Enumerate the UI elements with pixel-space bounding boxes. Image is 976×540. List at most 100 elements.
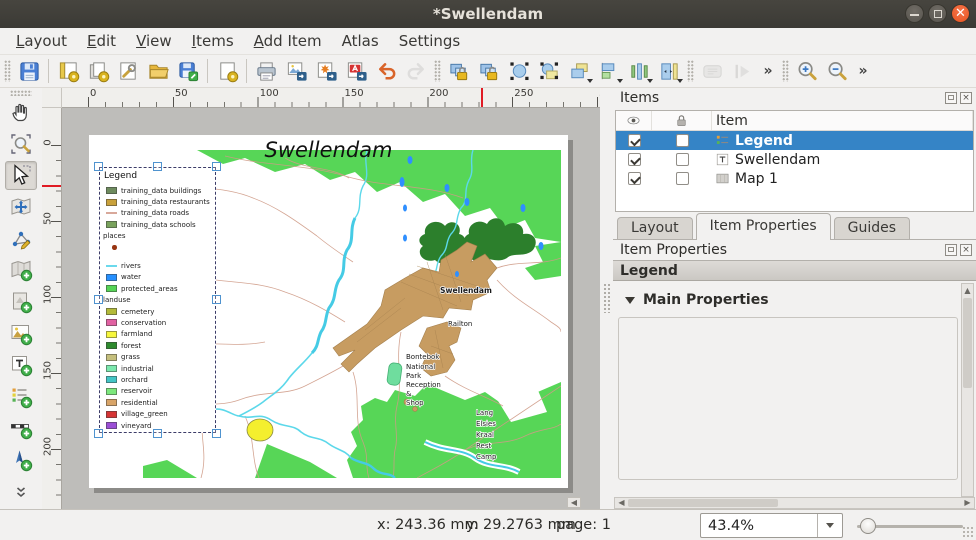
items-table-row[interactable]: Map 1 <box>616 169 973 188</box>
items-table-row[interactable]: Legend <box>616 131 973 150</box>
close-button[interactable]: ✕ <box>951 4 970 23</box>
zoom-level-combobox[interactable]: 43.4% <box>700 513 843 538</box>
zoom-in-button[interactable] <box>793 57 821 86</box>
left-toolbar <box>0 88 42 509</box>
menu-view[interactable]: View <box>126 29 182 53</box>
scroll-right-icon[interactable]: ▶ <box>962 498 973 508</box>
dock-tab[interactable]: Layout <box>617 217 693 239</box>
unlock-items-button[interactable] <box>475 57 503 86</box>
resize-handle[interactable] <box>153 162 162 171</box>
resize-handle[interactable] <box>94 162 103 171</box>
zoom-tool-button[interactable] <box>5 129 37 158</box>
menu-edit[interactable]: Edit <box>77 29 126 53</box>
select-move-tool-button[interactable] <box>5 161 37 190</box>
edit-nodes-tool-button[interactable] <box>5 224 37 253</box>
float-panel-icon[interactable] <box>945 92 957 104</box>
move-content-tool-button[interactable] <box>5 193 37 222</box>
lock-checkbox[interactable] <box>676 153 689 166</box>
open-folder-button[interactable] <box>144 57 172 86</box>
raise-items-button[interactable] <box>565 57 593 86</box>
zoom-out-button[interactable] <box>823 57 851 86</box>
resize-handle[interactable] <box>212 295 221 304</box>
menu-add-item[interactable]: Add Item <box>244 29 332 53</box>
undo-button[interactable] <box>372 57 400 86</box>
title-bar[interactable]: *Swellendam ✕ <box>0 0 976 28</box>
item-properties-content: Main Properties Title Map Map 1 Wrap tex… <box>613 281 976 497</box>
more-tools-tool-button[interactable] <box>5 477 37 506</box>
minimize-button[interactable] <box>905 4 924 23</box>
export-pdf-button[interactable] <box>342 57 370 86</box>
select-all-button[interactable] <box>505 57 533 86</box>
pan-tool-button[interactable] <box>5 98 37 127</box>
maximize-button[interactable] <box>928 4 947 23</box>
add-3d-map-tool-button[interactable] <box>5 288 37 317</box>
export-image-button[interactable] <box>282 57 310 86</box>
visibility-checkbox[interactable] <box>628 153 641 166</box>
resize-items-button[interactable] <box>655 57 683 86</box>
items-table-row[interactable]: Swellendam <box>616 150 973 169</box>
dock-tab[interactable]: Guides <box>834 217 910 239</box>
menu-settings[interactable]: Settings <box>389 29 471 53</box>
add-map-tool-button[interactable] <box>5 256 37 285</box>
toolbar-overflow-button[interactable]: » <box>758 57 778 86</box>
panel-splitter[interactable] <box>600 88 613 509</box>
legend-item[interactable]: Legend training_data buildings training_… <box>99 167 216 433</box>
add-label-tool-button[interactable] <box>5 351 37 380</box>
zoom-slider-handle[interactable] <box>860 518 876 534</box>
properties-vertical-scrollbar[interactable]: ▲ <box>961 283 974 497</box>
float-panel-icon[interactable] <box>945 244 957 256</box>
align-items-button[interactable] <box>595 57 623 86</box>
resize-handle[interactable] <box>212 162 221 171</box>
visibility-checkbox[interactable] <box>628 134 641 147</box>
legend-swatch <box>106 199 117 206</box>
deselect-all-button[interactable] <box>535 57 563 86</box>
layout-manager-button[interactable] <box>114 57 142 86</box>
legend-entry-label: industrial <box>121 365 154 373</box>
new-layout-button[interactable] <box>54 57 82 86</box>
add-picture-tool-button[interactable] <box>5 319 37 348</box>
menu-items[interactable]: Items <box>182 29 244 53</box>
export-image-icon <box>285 60 308 83</box>
resize-handle[interactable] <box>94 295 103 304</box>
scroll-up-icon[interactable]: ▲ <box>963 285 972 296</box>
save-template-button[interactable] <box>174 57 202 86</box>
print-button[interactable] <box>252 57 280 86</box>
add-pages-button[interactable] <box>213 57 241 86</box>
menu-atlas[interactable]: Atlas <box>332 29 389 53</box>
resize-handle[interactable] <box>153 429 162 438</box>
layout-page[interactable]: Swellendam <box>89 135 568 488</box>
add-scalebar-tool-button[interactable] <box>5 414 37 443</box>
legend-swatch <box>106 411 117 418</box>
legend-entry: cemetery <box>99 306 216 317</box>
lock-checkbox[interactable] <box>676 134 689 147</box>
properties-horizontal-scrollbar[interactable]: ◀ ▶ <box>614 497 975 509</box>
close-panel-icon[interactable]: × <box>960 244 972 256</box>
distribute-items-button[interactable] <box>625 57 653 86</box>
move-content-icon <box>9 195 33 219</box>
page-title-label[interactable]: Swellendam <box>89 138 568 162</box>
legend-swatch <box>106 221 117 228</box>
dock-tab[interactable]: Item Properties <box>696 213 831 240</box>
duplicate-layout-button[interactable] <box>84 57 112 86</box>
add-north-arrow-tool-button[interactable] <box>5 446 37 475</box>
scroll-left-icon[interactable]: ◀ <box>616 498 627 508</box>
save-button[interactable] <box>15 57 43 86</box>
close-panel-icon[interactable]: × <box>960 92 972 104</box>
main-properties-section[interactable]: Main Properties <box>625 292 769 308</box>
collapse-triangle-icon <box>625 297 635 304</box>
visibility-checkbox[interactable] <box>628 172 641 185</box>
toolbar-overflow-button[interactable]: » <box>853 57 873 86</box>
menu-layout[interactable]: Layout <box>6 29 77 53</box>
zoom-dropdown-button[interactable] <box>817 514 842 537</box>
window-resize-grip[interactable] <box>962 526 974 538</box>
layout-canvas[interactable]: Swellendam <box>62 108 600 509</box>
map-place-label: & <box>406 390 412 398</box>
lock-checkbox[interactable] <box>676 172 689 185</box>
resize-handle[interactable] <box>94 429 103 438</box>
canvas-scroll-arrow[interactable]: ◀ <box>567 497 581 508</box>
resize-handle[interactable] <box>212 429 221 438</box>
legend-entry: training_data schools <box>99 219 216 230</box>
lock-items-button[interactable] <box>445 57 473 86</box>
export-svg-button[interactable] <box>312 57 340 86</box>
add-legend-tool-button[interactable] <box>5 382 37 411</box>
